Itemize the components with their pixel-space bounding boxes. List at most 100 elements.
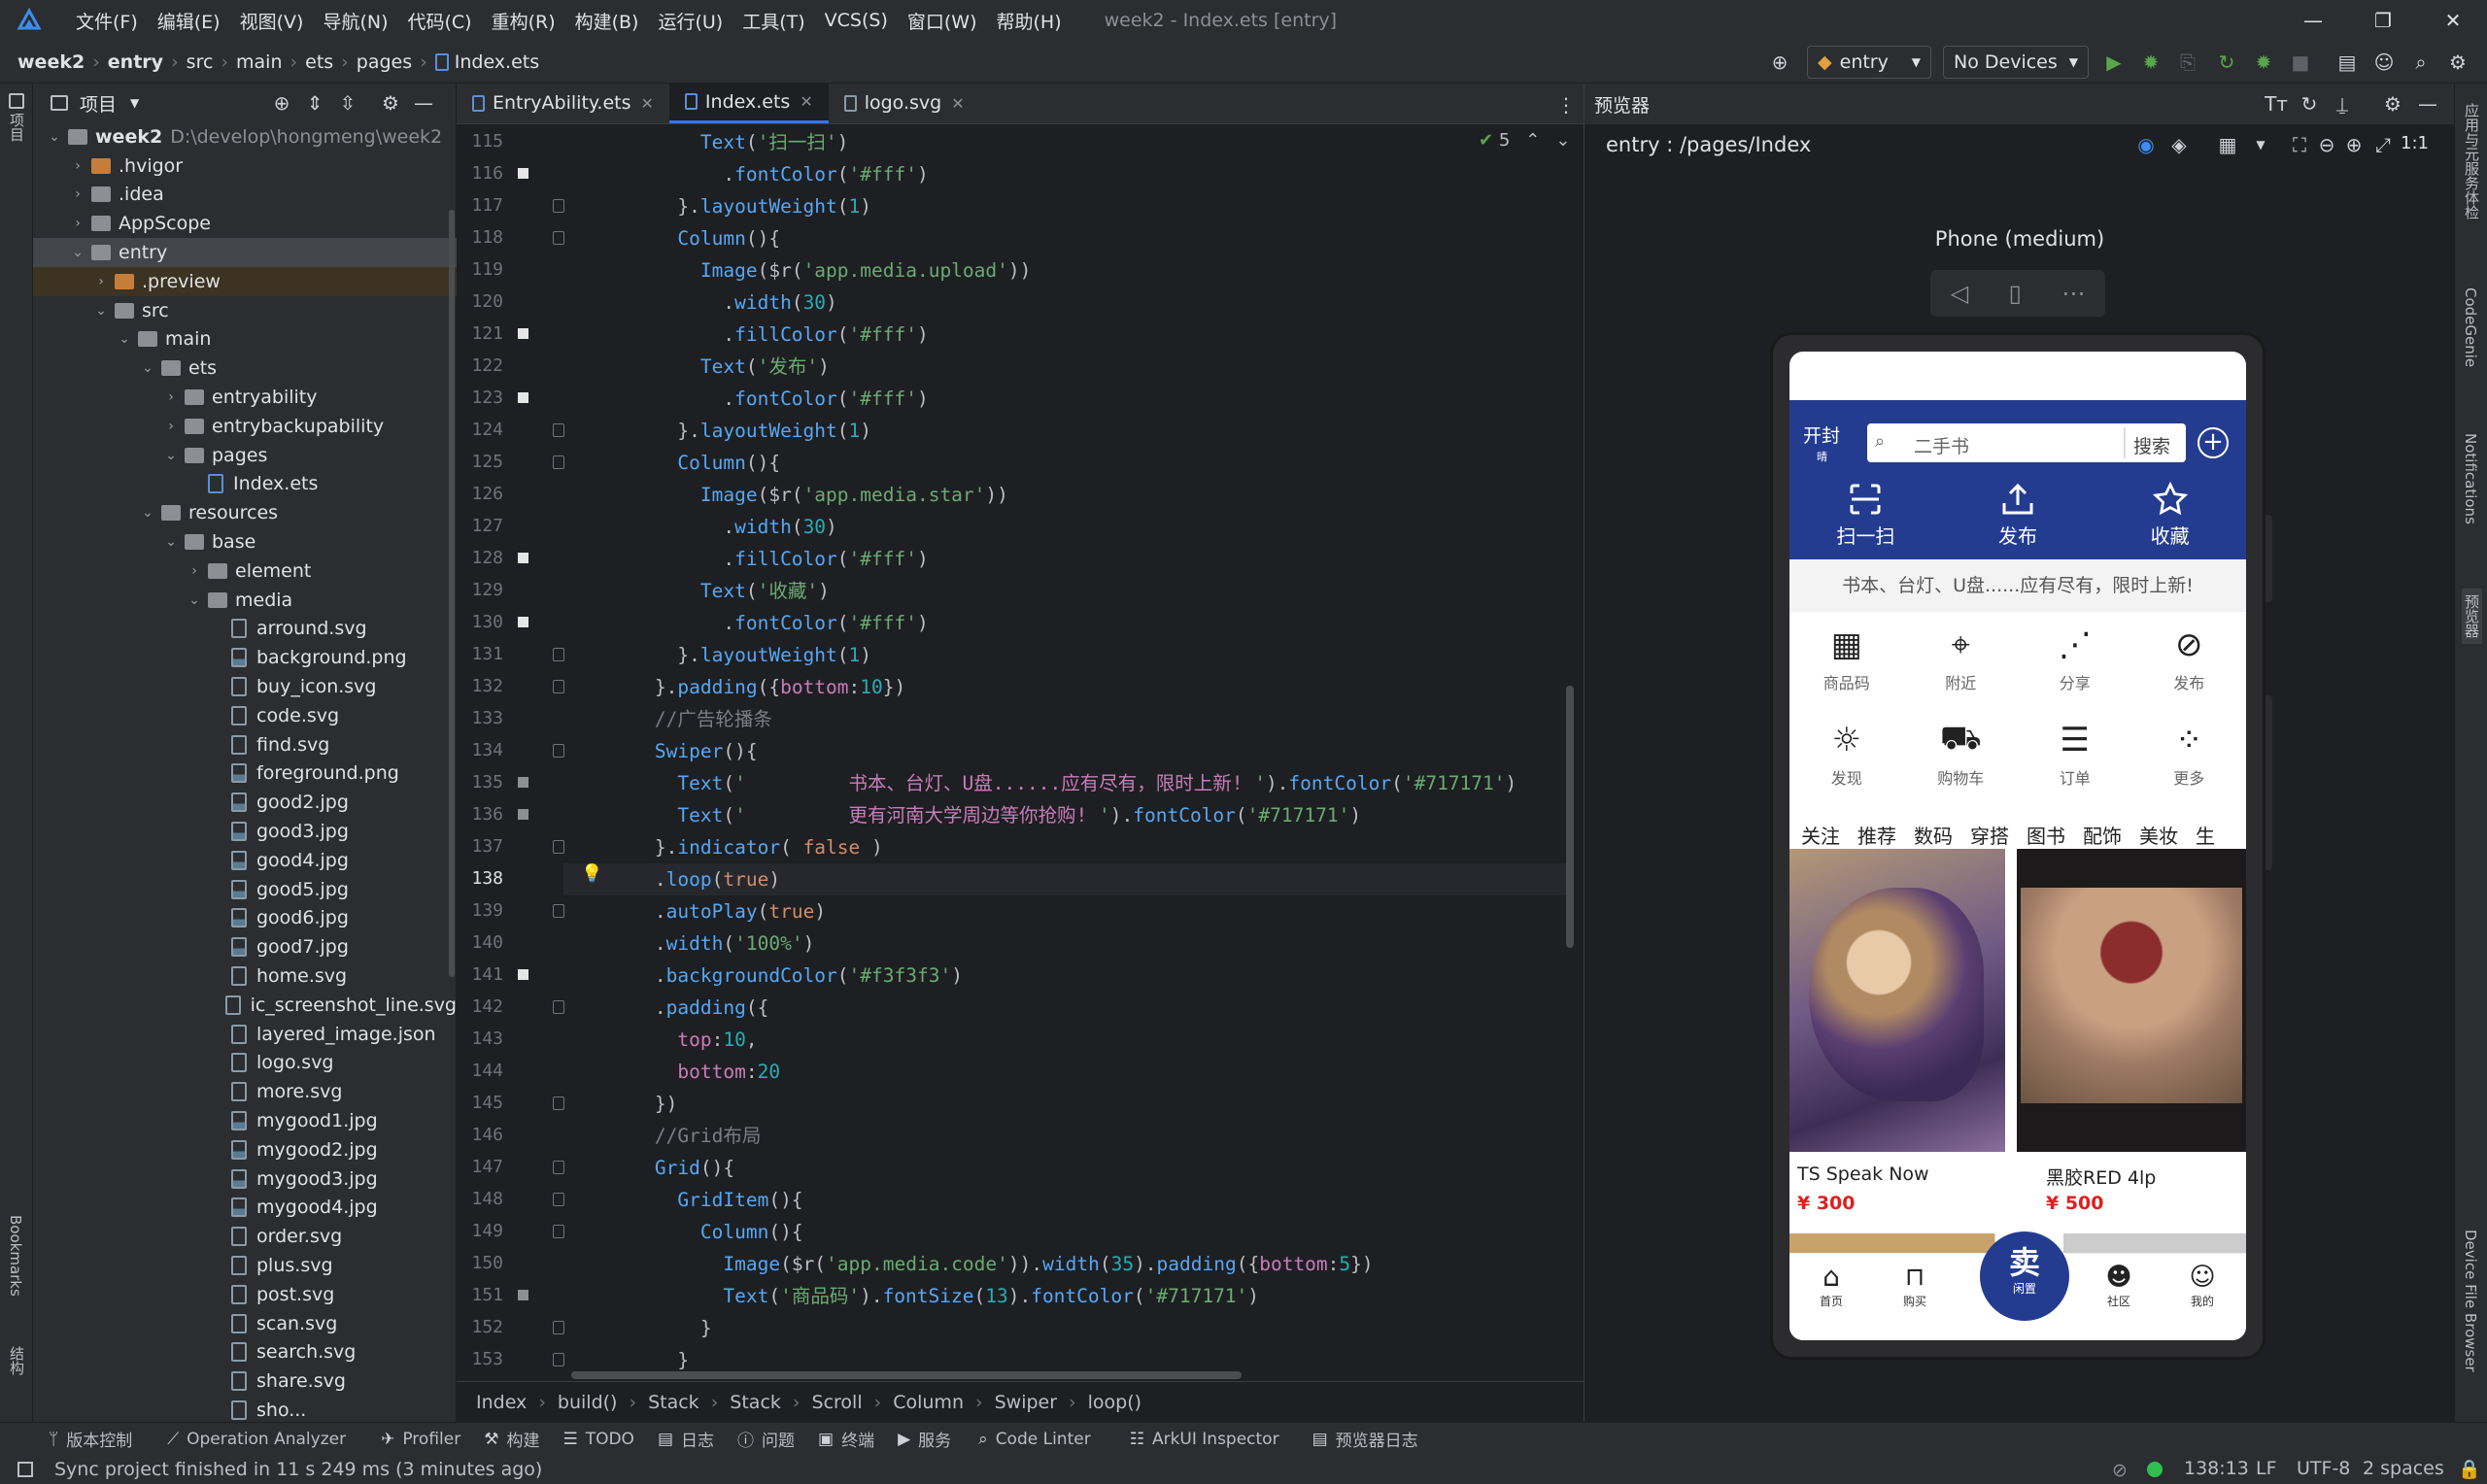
- line-number[interactable]: 126: [457, 484, 503, 504]
- color-swatch-marker[interactable]: [518, 1290, 528, 1300]
- crumb-ets[interactable]: ets: [305, 51, 333, 73]
- fit-screen-icon[interactable]: ⛶: [2288, 133, 2311, 156]
- cat-product-code[interactable]: ▦ 商品码: [1789, 624, 1904, 719]
- tool-code-linter[interactable]: ⌕ Code Linter: [978, 1430, 1091, 1449]
- action-scan[interactable]: 扫一扫: [1789, 482, 1942, 556]
- tree-item[interactable]: more.svg: [33, 1077, 457, 1106]
- menu-file[interactable]: 文件(F): [66, 8, 148, 34]
- crumb-entry[interactable]: entry: [108, 51, 163, 73]
- tree-item[interactable]: ⌄ base: [33, 527, 457, 556]
- tree-item[interactable]: ⌄ pages: [33, 441, 457, 470]
- line-number[interactable]: 152: [457, 1317, 503, 1337]
- color-swatch-marker[interactable]: [518, 969, 528, 980]
- color-swatch-marker[interactable]: [518, 328, 528, 339]
- tool-services[interactable]: ▶ 服务: [898, 1427, 951, 1452]
- product-image-2[interactable]: [2017, 849, 2246, 1152]
- tool-profiler[interactable]: ✈ Profiler: [381, 1430, 460, 1449]
- chevron-icon[interactable]: ›: [93, 274, 109, 289]
- tree-item[interactable]: › .preview: [33, 266, 457, 296]
- tree-item[interactable]: good3.jpg: [33, 817, 457, 846]
- line-number[interactable]: 134: [457, 740, 503, 760]
- menu-edit[interactable]: 编辑(E): [148, 8, 230, 34]
- tree-item[interactable]: ⌄ main: [33, 325, 457, 354]
- tree-item[interactable]: mygood3.jpg: [33, 1164, 457, 1194]
- device-file-browser-tool[interactable]: Device File Browser: [2462, 1230, 2479, 1372]
- inspection-widget[interactable]: ✔ 5 ⌃ ⌄: [1479, 130, 1570, 151]
- tree-item[interactable]: post.svg: [33, 1280, 457, 1309]
- code-crumb-swiper[interactable]: Swiper: [995, 1392, 1057, 1413]
- tree-item[interactable]: ic_screenshot_line.svg: [33, 991, 457, 1020]
- code-area[interactable]: Text('扫一扫') .fontColor('#fff') }.layoutW…: [563, 126, 1574, 1381]
- tree-item[interactable]: › entrybackupability: [33, 412, 457, 441]
- line-number[interactable]: 137: [457, 836, 503, 857]
- tree-item[interactable]: foreground.png: [33, 759, 457, 789]
- line-number[interactable]: 129: [457, 580, 503, 600]
- rotate-device-icon[interactable]: ▯: [2009, 280, 2022, 307]
- crumb-src[interactable]: src: [187, 51, 214, 73]
- line-number[interactable]: 144: [457, 1061, 503, 1081]
- menu-window[interactable]: 窗口(W): [898, 8, 987, 34]
- tree-item[interactable]: › .idea: [33, 181, 457, 210]
- tree-item[interactable]: › AppScope: [33, 209, 457, 238]
- bookmarks-tool-label[interactable]: Bookmarks: [7, 1215, 24, 1297]
- tree-item[interactable]: code.svg: [33, 701, 457, 730]
- chevron-icon[interactable]: ⌄: [117, 331, 132, 347]
- line-number[interactable]: 128: [457, 548, 503, 568]
- tree-item[interactable]: ⌄ resources: [33, 498, 457, 527]
- status-panel-icon[interactable]: [17, 1462, 33, 1477]
- action-post[interactable]: 发布: [1942, 482, 2095, 556]
- lock-icon[interactable]: 🔒: [2458, 1458, 2481, 1480]
- editor-h-scrollbar[interactable]: [571, 1371, 1242, 1379]
- promo-banner[interactable]: 书本、台灯、U盘......应有尽有，限时上新!: [1789, 559, 2246, 612]
- nav-buy[interactable]: ⊓ 购买: [1892, 1262, 1937, 1309]
- actual-size-icon[interactable]: 1:1: [2401, 133, 2429, 153]
- product-image-1[interactable]: [1789, 849, 2005, 1152]
- tree-item[interactable]: layered_image.json: [33, 1020, 457, 1049]
- run-icon[interactable]: ▶: [2102, 51, 2126, 74]
- line-number[interactable]: 135: [457, 772, 503, 793]
- tree-item[interactable]: scan.svg: [33, 1309, 457, 1338]
- tree-item[interactable]: good6.jpg: [33, 904, 457, 933]
- notifications-tool[interactable]: Notifications: [2462, 433, 2479, 524]
- line-number[interactable]: 127: [457, 516, 503, 536]
- codegenie-tool[interactable]: CodeGenie: [2462, 287, 2479, 367]
- line-number[interactable]: 143: [457, 1029, 503, 1049]
- chevron-down-icon[interactable]: ▼: [2249, 133, 2272, 156]
- apply-code-changes-icon[interactable]: ✹: [2252, 51, 2275, 74]
- menu-build[interactable]: 构建(B): [565, 8, 649, 34]
- status-message[interactable]: Sync project finished in 11 s 249 ms (3 …: [54, 1459, 542, 1480]
- color-swatch-marker[interactable]: [518, 553, 528, 563]
- code-crumb-scroll[interactable]: Scroll: [812, 1392, 863, 1413]
- menu-code[interactable]: 代码(C): [397, 8, 481, 34]
- prev-highlight-icon[interactable]: ⌃: [1525, 130, 1540, 151]
- nav-home[interactable]: ⌂ 首页: [1809, 1262, 1854, 1309]
- chevron-icon[interactable]: ›: [163, 419, 179, 434]
- chevron-icon[interactable]: ⌄: [140, 505, 155, 521]
- feed-tab-beauty[interactable]: 美妆: [2139, 821, 2178, 849]
- tree-item[interactable]: good5.jpg: [33, 875, 457, 904]
- product-name-2[interactable]: 黑胶RED 4lp: [2046, 1164, 2156, 1190]
- line-number[interactable]: 146: [457, 1125, 503, 1145]
- cat-share[interactable]: ⋰ 分享: [2018, 624, 2132, 719]
- menu-view[interactable]: 视图(V): [230, 8, 314, 34]
- stop-icon[interactable]: ■: [2289, 51, 2312, 74]
- user-icon[interactable]: ☺: [2372, 51, 2396, 74]
- code-crumb-column[interactable]: Column: [893, 1392, 964, 1413]
- tree-item[interactable]: good4.jpg: [33, 846, 457, 875]
- tree-item[interactable]: ⌄ week2 D:\develop\hongmeng\week2: [33, 122, 457, 152]
- cat-discover[interactable]: ☼ 发现: [1789, 719, 1904, 814]
- tab-entryability[interactable]: EntryAbility.ets ✕: [457, 83, 669, 123]
- crumb-main[interactable]: main: [236, 51, 282, 73]
- tool-terminal[interactable]: ▣ 终端: [818, 1427, 874, 1452]
- tree-item[interactable]: mygood4.jpg: [33, 1193, 457, 1222]
- code-crumb-stack-2[interactable]: Stack: [730, 1392, 781, 1413]
- tree-item[interactable]: ⌄ media: [33, 586, 457, 615]
- tree-item[interactable]: good7.jpg: [33, 932, 457, 961]
- tree-item[interactable]: search.svg: [33, 1337, 457, 1366]
- tool-problems[interactable]: ⓘ 问题: [737, 1427, 795, 1451]
- feed-tab-recommend[interactable]: 推荐: [1857, 821, 1896, 849]
- line-number[interactable]: 131: [457, 644, 503, 664]
- zoom-in-icon[interactable]: ⊕: [2342, 133, 2366, 156]
- zoom-out-icon[interactable]: ⊖: [2315, 133, 2338, 156]
- tree-item[interactable]: plus.svg: [33, 1251, 457, 1280]
